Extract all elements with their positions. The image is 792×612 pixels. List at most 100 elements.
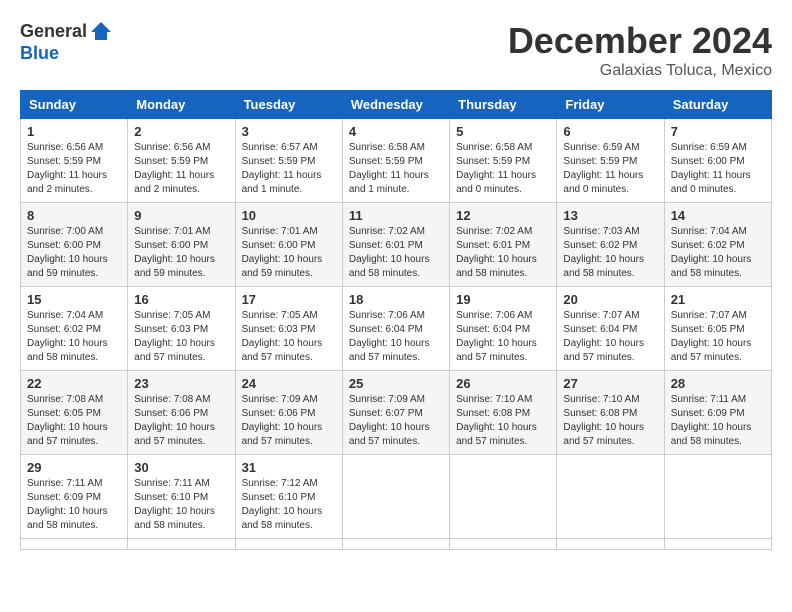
day-info: Sunrise: 7:03 AM Sunset: 6:02 PM Dayligh… — [563, 225, 657, 281]
calendar-cell — [21, 539, 128, 550]
calendar-cell: 2 Sunrise: 6:56 AM Sunset: 5:59 PM Dayli… — [128, 119, 235, 203]
day-info: Sunrise: 7:06 AM Sunset: 6:04 PM Dayligh… — [456, 309, 550, 365]
calendar-cell: 16 Sunrise: 7:05 AM Sunset: 6:03 PM Dayl… — [128, 287, 235, 371]
day-number: 28 — [671, 376, 765, 391]
calendar-header-row: Sunday Monday Tuesday Wednesday Thursday… — [21, 91, 772, 119]
header-friday: Friday — [557, 91, 664, 119]
day-number: 18 — [349, 292, 443, 307]
day-info: Sunrise: 7:05 AM Sunset: 6:03 PM Dayligh… — [242, 309, 336, 365]
calendar-week-row: 1 Sunrise: 6:56 AM Sunset: 5:59 PM Dayli… — [21, 119, 772, 203]
day-number: 26 — [456, 376, 550, 391]
day-info: Sunrise: 7:08 AM Sunset: 6:05 PM Dayligh… — [27, 393, 121, 449]
calendar-week-row: 22 Sunrise: 7:08 AM Sunset: 6:05 PM Dayl… — [21, 371, 772, 455]
calendar-cell — [664, 455, 771, 539]
calendar-cell: 5 Sunrise: 6:58 AM Sunset: 5:59 PM Dayli… — [450, 119, 557, 203]
day-info: Sunrise: 7:06 AM Sunset: 6:04 PM Dayligh… — [349, 309, 443, 365]
day-number: 25 — [349, 376, 443, 391]
day-info: Sunrise: 6:56 AM Sunset: 5:59 PM Dayligh… — [27, 141, 121, 197]
day-number: 3 — [242, 124, 336, 139]
day-number: 17 — [242, 292, 336, 307]
day-info: Sunrise: 7:02 AM Sunset: 6:01 PM Dayligh… — [456, 225, 550, 281]
calendar-cell — [342, 455, 449, 539]
calendar-cell: 9 Sunrise: 7:01 AM Sunset: 6:00 PM Dayli… — [128, 203, 235, 287]
day-info: Sunrise: 7:09 AM Sunset: 6:07 PM Dayligh… — [349, 393, 443, 449]
calendar-cell: 30 Sunrise: 7:11 AM Sunset: 6:10 PM Dayl… — [128, 455, 235, 539]
day-number: 1 — [27, 124, 121, 139]
day-number: 24 — [242, 376, 336, 391]
day-number: 12 — [456, 208, 550, 223]
day-number: 30 — [134, 460, 228, 475]
day-info: Sunrise: 6:57 AM Sunset: 5:59 PM Dayligh… — [242, 141, 336, 197]
day-number: 19 — [456, 292, 550, 307]
day-number: 22 — [27, 376, 121, 391]
header-monday: Monday — [128, 91, 235, 119]
day-info: Sunrise: 7:01 AM Sunset: 6:00 PM Dayligh… — [242, 225, 336, 281]
day-info: Sunrise: 7:11 AM Sunset: 6:09 PM Dayligh… — [671, 393, 765, 449]
calendar-cell: 20 Sunrise: 7:07 AM Sunset: 6:04 PM Dayl… — [557, 287, 664, 371]
calendar-week-row — [21, 539, 772, 550]
day-number: 5 — [456, 124, 550, 139]
day-number: 10 — [242, 208, 336, 223]
day-number: 15 — [27, 292, 121, 307]
logo-general-text: General — [20, 22, 87, 42]
calendar-cell — [557, 539, 664, 550]
day-info: Sunrise: 6:59 AM Sunset: 6:00 PM Dayligh… — [671, 141, 765, 197]
header-sunday: Sunday — [21, 91, 128, 119]
calendar-cell — [557, 455, 664, 539]
calendar-table: Sunday Monday Tuesday Wednesday Thursday… — [20, 90, 772, 550]
day-number: 23 — [134, 376, 228, 391]
calendar-week-row: 29 Sunrise: 7:11 AM Sunset: 6:09 PM Dayl… — [21, 455, 772, 539]
day-info: Sunrise: 7:00 AM Sunset: 6:00 PM Dayligh… — [27, 225, 121, 281]
day-number: 2 — [134, 124, 228, 139]
day-info: Sunrise: 7:02 AM Sunset: 6:01 PM Dayligh… — [349, 225, 443, 281]
day-number: 27 — [563, 376, 657, 391]
calendar-cell: 18 Sunrise: 7:06 AM Sunset: 6:04 PM Dayl… — [342, 287, 449, 371]
day-number: 7 — [671, 124, 765, 139]
calendar-cell — [450, 455, 557, 539]
calendar-cell: 17 Sunrise: 7:05 AM Sunset: 6:03 PM Dayl… — [235, 287, 342, 371]
day-info: Sunrise: 7:11 AM Sunset: 6:09 PM Dayligh… — [27, 477, 121, 533]
day-info: Sunrise: 6:58 AM Sunset: 5:59 PM Dayligh… — [349, 141, 443, 197]
day-info: Sunrise: 6:58 AM Sunset: 5:59 PM Dayligh… — [456, 141, 550, 197]
day-number: 8 — [27, 208, 121, 223]
calendar-cell: 22 Sunrise: 7:08 AM Sunset: 6:05 PM Dayl… — [21, 371, 128, 455]
calendar-cell: 14 Sunrise: 7:04 AM Sunset: 6:02 PM Dayl… — [664, 203, 771, 287]
day-info: Sunrise: 6:56 AM Sunset: 5:59 PM Dayligh… — [134, 141, 228, 197]
header-tuesday: Tuesday — [235, 91, 342, 119]
day-number: 14 — [671, 208, 765, 223]
calendar-cell: 25 Sunrise: 7:09 AM Sunset: 6:07 PM Dayl… — [342, 371, 449, 455]
day-info: Sunrise: 7:12 AM Sunset: 6:10 PM Dayligh… — [242, 477, 336, 533]
calendar-cell — [664, 539, 771, 550]
day-info: Sunrise: 7:04 AM Sunset: 6:02 PM Dayligh… — [671, 225, 765, 281]
calendar-cell: 15 Sunrise: 7:04 AM Sunset: 6:02 PM Dayl… — [21, 287, 128, 371]
day-info: Sunrise: 7:05 AM Sunset: 6:03 PM Dayligh… — [134, 309, 228, 365]
calendar-cell: 12 Sunrise: 7:02 AM Sunset: 6:01 PM Dayl… — [450, 203, 557, 287]
day-number: 21 — [671, 292, 765, 307]
calendar-week-row: 15 Sunrise: 7:04 AM Sunset: 6:02 PM Dayl… — [21, 287, 772, 371]
day-info: Sunrise: 7:11 AM Sunset: 6:10 PM Dayligh… — [134, 477, 228, 533]
day-number: 31 — [242, 460, 336, 475]
calendar-cell: 28 Sunrise: 7:11 AM Sunset: 6:09 PM Dayl… — [664, 371, 771, 455]
calendar-cell: 3 Sunrise: 6:57 AM Sunset: 5:59 PM Dayli… — [235, 119, 342, 203]
day-info: Sunrise: 7:07 AM Sunset: 6:05 PM Dayligh… — [671, 309, 765, 365]
day-number: 20 — [563, 292, 657, 307]
calendar-cell: 8 Sunrise: 7:00 AM Sunset: 6:00 PM Dayli… — [21, 203, 128, 287]
calendar-week-row: 8 Sunrise: 7:00 AM Sunset: 6:00 PM Dayli… — [21, 203, 772, 287]
day-info: Sunrise: 7:08 AM Sunset: 6:06 PM Dayligh… — [134, 393, 228, 449]
calendar-cell: 11 Sunrise: 7:02 AM Sunset: 6:01 PM Dayl… — [342, 203, 449, 287]
day-info: Sunrise: 7:01 AM Sunset: 6:00 PM Dayligh… — [134, 225, 228, 281]
header-wednesday: Wednesday — [342, 91, 449, 119]
day-info: Sunrise: 7:10 AM Sunset: 6:08 PM Dayligh… — [563, 393, 657, 449]
logo-icon — [89, 20, 113, 44]
month-title: December 2024 — [508, 20, 772, 62]
calendar-cell: 27 Sunrise: 7:10 AM Sunset: 6:08 PM Dayl… — [557, 371, 664, 455]
day-number: 13 — [563, 208, 657, 223]
calendar-cell: 7 Sunrise: 6:59 AM Sunset: 6:00 PM Dayli… — [664, 119, 771, 203]
title-area: December 2024 Galaxias Toluca, Mexico — [508, 20, 772, 80]
day-number: 6 — [563, 124, 657, 139]
calendar-cell: 4 Sunrise: 6:58 AM Sunset: 5:59 PM Dayli… — [342, 119, 449, 203]
calendar-cell: 23 Sunrise: 7:08 AM Sunset: 6:06 PM Dayl… — [128, 371, 235, 455]
day-info: Sunrise: 6:59 AM Sunset: 5:59 PM Dayligh… — [563, 141, 657, 197]
header-thursday: Thursday — [450, 91, 557, 119]
logo-blue-text: Blue — [20, 44, 113, 64]
